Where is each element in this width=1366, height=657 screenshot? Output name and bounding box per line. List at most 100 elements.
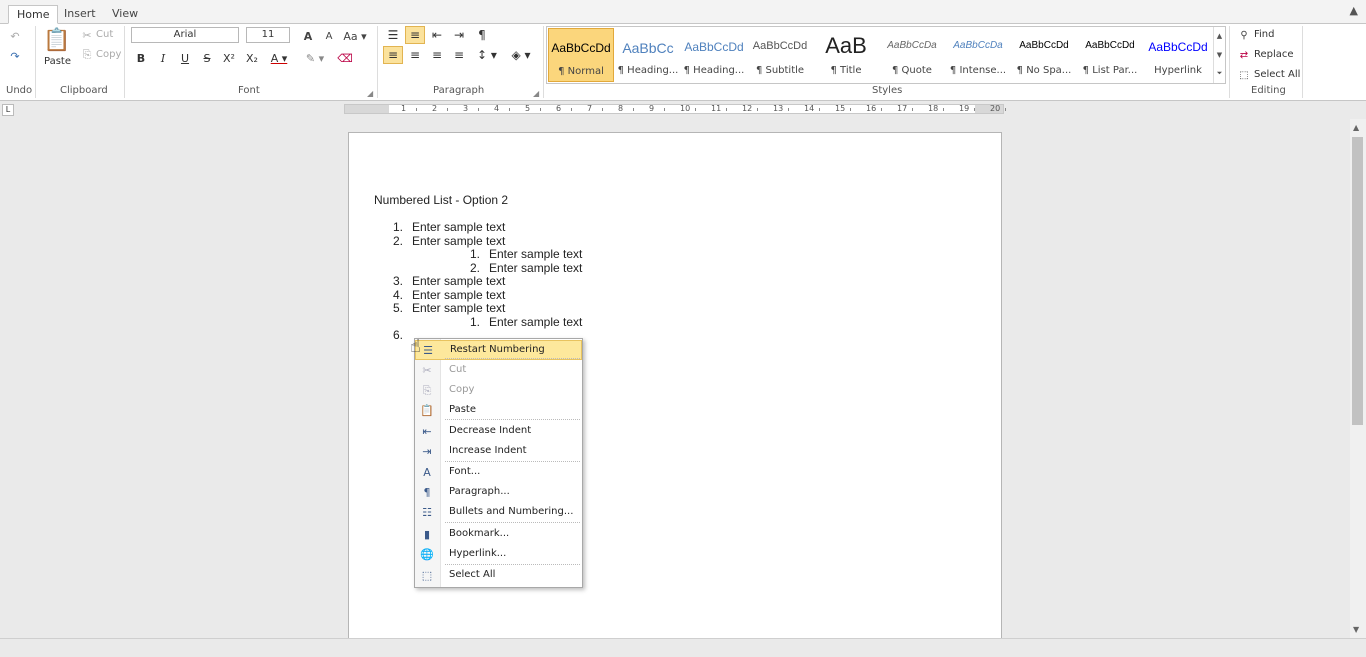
tab-home[interactable]: Home (8, 5, 59, 24)
context-menu-item-copy[interactable]: ⎘ Copy (415, 381, 582, 401)
align-center-icon[interactable]: ≡ (405, 46, 425, 64)
context-menu-item-decrease-indent[interactable]: ⇤ Decrease Indent (415, 422, 582, 442)
paste-button[interactable]: Paste (44, 56, 71, 67)
gallery-scroll-down-icon[interactable]: ▼ (1213, 46, 1225, 65)
style-intense-quote[interactable]: AaBbCcDa ¶ Intense... (945, 28, 1011, 82)
list-item[interactable]: Enter sample text (412, 220, 505, 234)
cut-button[interactable]: Cut (96, 29, 113, 40)
context-menu-item-paragraph[interactable]: ¶ Paragraph... (415, 483, 582, 503)
clear-formatting-icon[interactable]: ⌫ (336, 49, 354, 67)
select-all-button[interactable]: Select All (1254, 69, 1300, 80)
align-right-icon[interactable]: ≡ (427, 46, 447, 64)
style-quote[interactable]: AaBbCcDa ¶ Quote (879, 28, 945, 82)
context-menu-item-bookmark[interactable]: ▮ Bookmark... (415, 525, 582, 545)
font-dialog-launcher-icon[interactable]: ◢ (367, 89, 373, 98)
show-formatting-marks-icon[interactable]: ¶ (472, 26, 492, 44)
align-left-icon[interactable]: ≡ (383, 46, 403, 64)
list-item[interactable]: Enter sample text (412, 274, 505, 288)
context-menu-item-cut[interactable]: ✂ Cut (415, 361, 582, 381)
context-menu-item-bullets-numbering[interactable]: ☷ Bullets and Numbering... (415, 503, 582, 523)
context-menu-item-hyperlink[interactable]: 🌐 Hyperlink... (415, 545, 582, 565)
italic-icon[interactable]: I (154, 49, 172, 67)
style-heading-2[interactable]: AaBbCcDd ¶ Heading... (681, 28, 747, 82)
tab-insert[interactable]: Insert (56, 5, 104, 24)
collapse-ribbon-icon[interactable]: ▲ (1350, 4, 1358, 17)
grow-font-icon[interactable]: A (300, 28, 316, 44)
list-item[interactable]: Enter sample text (412, 301, 505, 315)
ruler-number: 19 (959, 104, 970, 113)
style-no-spacing[interactable]: AaBbCcDd ¶ No Spa... (1011, 28, 1077, 82)
line-spacing-icon[interactable]: ↕ ▾ (472, 46, 502, 64)
ruler-number: 5 (525, 104, 531, 113)
replace-icon[interactable]: ⇄ (1237, 48, 1251, 62)
horizontal-ruler[interactable]: 1 2 3 4 5 6 7 8 9 10 11 12 13 14 15 16 17 18 19 20 (344, 104, 1006, 114)
font-name-input[interactable]: Arial (131, 27, 239, 43)
shading-icon[interactable]: ◈ ▾ (506, 46, 536, 64)
list-item[interactable]: Enter sample text (489, 247, 582, 261)
style-heading-1[interactable]: AaBbCc ¶ Heading... (615, 28, 681, 82)
style-name: Hyperlink (1154, 65, 1202, 76)
superscript-icon[interactable]: X² (220, 49, 238, 67)
undo-icon[interactable]: ↶ (6, 28, 24, 44)
style-hyperlink[interactable]: AaBbCcDd Hyperlink (1145, 28, 1211, 82)
list-item[interactable]: Enter sample text (412, 288, 505, 302)
cut-icon[interactable]: ✂ (80, 28, 94, 42)
scroll-down-icon[interactable]: ▼ (1353, 625, 1359, 634)
scroll-up-icon[interactable]: ▲ (1353, 123, 1359, 132)
subscript-icon[interactable]: X₂ (243, 49, 261, 67)
vertical-scrollbar[interactable]: ▲ ▼ (1350, 119, 1366, 638)
style-subtitle[interactable]: AaBbCcDd ¶ Subtitle (747, 28, 813, 82)
style-name: ¶ List Par... (1082, 65, 1138, 76)
context-menu-item-paste[interactable]: 📋 Paste (415, 401, 582, 421)
ruler-tick (881, 108, 882, 111)
strikethrough-icon[interactable]: S (198, 49, 216, 67)
list-item[interactable]: Enter sample text (489, 261, 582, 275)
style-normal[interactable]: AaBbCcDd ¶ Normal (548, 28, 614, 82)
divider (124, 26, 125, 98)
bullets-icon[interactable]: ☰ (383, 26, 403, 44)
ribbon-tab-bar: Home Insert View ▲ (0, 0, 1366, 24)
context-menu-item-select-all[interactable]: ⬚ Select All (415, 566, 582, 586)
list-item[interactable]: Enter sample text (412, 234, 505, 248)
clipboard-group-label: Clipboard (60, 85, 108, 96)
redo-icon[interactable]: ↷ (6, 48, 24, 64)
document-title[interactable]: Numbered List - Option 2 (374, 193, 508, 207)
ruler-tick (974, 108, 975, 111)
tab-view[interactable]: View (104, 5, 146, 24)
numbering-icon[interactable]: ≡ (405, 26, 425, 44)
gallery-expand-icon[interactable]: ⏷ (1213, 65, 1225, 83)
paragraph-dialog-launcher-icon[interactable]: ◢ (533, 89, 539, 98)
highlight-icon[interactable]: ✎ ▾ (302, 49, 328, 67)
justify-icon[interactable]: ≡ (449, 46, 469, 64)
decrease-indent-icon[interactable]: ⇤ (427, 26, 447, 44)
context-menu-item-increase-indent[interactable]: ⇥ Increase Indent (415, 442, 582, 462)
paste-icon[interactable]: 📋 (43, 26, 70, 54)
font-color-icon[interactable]: A ▾ (266, 49, 292, 67)
menu-separator (445, 564, 580, 565)
context-menu-label: Copy (449, 384, 475, 395)
bold-icon[interactable]: B (132, 49, 150, 67)
select-all-icon: ⬚ (421, 569, 433, 582)
list-item[interactable]: Enter sample text (489, 315, 582, 329)
change-case-icon[interactable]: Aa ▾ (342, 28, 368, 44)
find-icon[interactable]: ⚲ (1237, 28, 1251, 42)
style-preview: AaBbCcDa (953, 40, 1003, 51)
scrollbar-thumb[interactable] (1352, 137, 1363, 425)
copy-button[interactable]: Copy (96, 49, 121, 60)
shrink-font-icon[interactable]: A (321, 28, 337, 44)
gallery-scroll-up-icon[interactable]: ▲ (1213, 27, 1225, 46)
replace-button[interactable]: Replace (1254, 49, 1294, 60)
context-menu-label: Cut (449, 364, 467, 375)
increase-indent-icon[interactable]: ⇥ (449, 26, 469, 44)
font-size-input[interactable]: 11 (246, 27, 290, 43)
tab-stop-selector-icon[interactable]: L (2, 104, 14, 116)
context-menu-item-font[interactable]: A Font... (415, 463, 582, 483)
style-title[interactable]: AaB ¶ Title (813, 28, 879, 82)
style-preview: AaBbCcDd (752, 40, 808, 52)
copy-icon[interactable]: ⎘ (80, 48, 94, 62)
underline-icon[interactable]: U (176, 49, 194, 67)
find-button[interactable]: Find (1254, 29, 1275, 40)
context-menu-item-restart-numbering[interactable]: ☰ Restart Numbering (415, 340, 582, 360)
style-list-paragraph[interactable]: AaBbCcDd ¶ List Par... (1077, 28, 1143, 82)
select-all-icon[interactable]: ⬚ (1237, 68, 1251, 82)
